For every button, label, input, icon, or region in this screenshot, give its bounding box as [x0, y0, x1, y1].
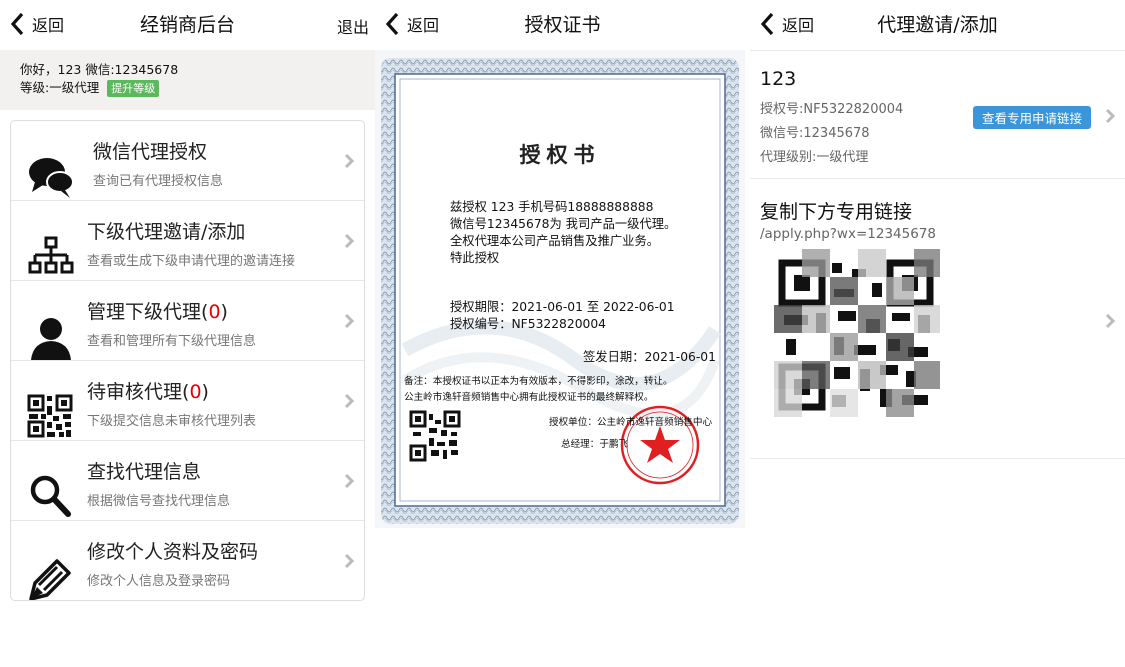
- cert-note: 备注：本授权证书以正本为有效版本，不得影印，涂改，转让。 公主岭市逸轩音频销售中…: [404, 374, 673, 406]
- menu-item-invite-agent[interactable]: 下级代理邀请/添加 查看或生成下级申请代理的邀请连接: [11, 201, 364, 281]
- menu-item-desc: 下级提交信息未审核代理列表: [87, 414, 257, 429]
- chevron-right-icon: [344, 393, 354, 409]
- menu-item-wechat-auth[interactable]: 微信代理授权 查询已有代理授权信息: [11, 121, 364, 201]
- certificate-image: 授权书 兹授权 123 手机号码18888888888 微信号12345678为…: [375, 50, 745, 528]
- menu-item-desc: 查看和管理所有下级代理信息: [87, 334, 257, 349]
- upgrade-level-button[interactable]: 提升等级: [107, 80, 160, 97]
- cert-issue-date: 签发日期：2021-06-01: [583, 350, 716, 364]
- page-title: 代理邀请/添加: [877, 14, 998, 36]
- page-title: 经销商后台: [139, 14, 235, 36]
- dealer-backend-screen: 返回 经销商后台 退出 你好，123 微信:12345678 等级:一级代理 提…: [0, 0, 375, 667]
- greeting-text: 你好，123 微信:12345678: [20, 62, 179, 77]
- level-row: 等级:一级代理 提升等级: [20, 79, 355, 97]
- chevron-right-icon: [344, 153, 354, 169]
- agent-info-card: 123 授权号:NF5322820004 微信号:12345678 代理级别:一…: [750, 50, 1125, 179]
- menu-item-pending-agents[interactable]: 待审核代理(0) 下级提交信息未审核代理列表: [11, 361, 364, 441]
- menu-item-title: 修改个人资料及密码: [87, 541, 259, 563]
- agent-name: 123: [760, 68, 797, 90]
- navbar: 返回 代理邀请/添加: [750, 0, 1125, 50]
- org-chart-icon: [28, 236, 74, 274]
- cert-line-2: 微信号12345678为 我司产品一级代理。: [450, 217, 677, 231]
- chat-bubbles-icon: [29, 158, 74, 198]
- menu-item-desc: 根据微信号查找代理信息: [87, 494, 231, 509]
- chevron-right-icon: [344, 473, 354, 489]
- menu-item-desc: 查看或生成下级申请代理的邀请连接: [87, 254, 296, 269]
- count-badge: 0: [208, 301, 221, 323]
- cert-line-3: 全权代理本公司产品销售及推广业务。: [450, 234, 660, 248]
- cert-unit: 授权单位：公主岭市逸轩音频销售中心: [549, 417, 713, 428]
- cert-heading: 授权书: [519, 142, 601, 167]
- invite-qr-code: [772, 249, 940, 429]
- menu-item-edit-profile[interactable]: 修改个人资料及密码 修改个人信息及登录密码: [11, 521, 364, 600]
- dealer-menu: 微信代理授权 查询已有代理授权信息 下级代理邀请/添加 查看或生成下级申请代理的…: [10, 120, 365, 601]
- cert-note-2: 公主岭市逸轩音频销售中心拥有此授权证书的最终解释权。: [404, 392, 654, 403]
- menu-item-title: 查找代理信息: [87, 461, 202, 483]
- chevron-right-icon[interactable]: [1105, 313, 1115, 329]
- chevron-right-icon: [344, 553, 354, 569]
- apply-link-text[interactable]: /apply.php?wx=12345678: [760, 226, 936, 242]
- certificate-border: [375, 50, 745, 528]
- agent-wechat: 微信号:12345678: [760, 126, 870, 141]
- menu-item-title: 管理下级代理(0): [87, 301, 228, 323]
- invite-agent-screen: 返回 代理邀请/添加 123 授权号:NF5322820004 微信号:1234…: [750, 0, 1125, 667]
- logout-button[interactable]: 退出: [337, 14, 369, 38]
- navbar: 返回 经销商后台 退出: [0, 0, 375, 50]
- agent-auth-no: 授权号:NF5322820004: [760, 102, 904, 117]
- user-info-bar: 你好，123 微信:12345678 等级:一级代理 提升等级: [0, 50, 375, 110]
- navbar: 返回 授权证书: [375, 0, 750, 50]
- chevron-right-icon: [344, 233, 354, 249]
- cert-qr-code: [409, 410, 461, 462]
- cert-period: 授权期限：2021-06-01 至 2022-06-01: [450, 300, 675, 314]
- person-icon: [31, 318, 71, 360]
- menu-item-manage-agents[interactable]: 管理下级代理(0) 查看和管理所有下级代理信息: [11, 281, 364, 361]
- certificate-screen: 返回 授权证书 授权书 兹授权 123 手机号码18888888888 微信号1…: [375, 0, 750, 667]
- chevron-right-icon[interactable]: [1105, 108, 1115, 124]
- count-badge: 0: [189, 381, 202, 403]
- menu-item-find-agent[interactable]: 查找代理信息 根据微信号查找代理信息: [11, 441, 364, 521]
- pen-icon: [29, 559, 71, 600]
- level-text: 等级:一级代理: [20, 80, 100, 95]
- qr-code-icon: [27, 394, 73, 438]
- cert-line-1: 兹授权 123 手机号码18888888888: [450, 200, 654, 214]
- view-apply-link-button[interactable]: 查看专用申请链接: [973, 106, 1092, 129]
- apply-link-card[interactable]: 复制下方专用链接 /apply.php?wx=12345678: [750, 179, 1125, 459]
- chevron-right-icon: [344, 313, 354, 329]
- agent-level: 代理级别:一级代理: [760, 150, 869, 165]
- menu-item-desc: 修改个人信息及登录密码: [87, 574, 231, 589]
- page-title: 授权证书: [524, 14, 601, 36]
- cert-note-1: 备注：本授权证书以正本为有效版本，不得影印，涂改，转让。: [404, 376, 673, 387]
- search-icon: [30, 475, 71, 517]
- cert-line-4: 特此授权: [450, 251, 500, 265]
- cert-number: 授权编号：NF5322820004: [450, 317, 606, 331]
- menu-item-desc: 查询已有代理授权信息: [93, 174, 224, 189]
- menu-item-title: 微信代理授权: [93, 141, 208, 163]
- menu-item-title: 待审核代理(0): [87, 381, 209, 403]
- cert-manager: 总经理：于鹏飞: [561, 439, 629, 450]
- menu-item-title: 下级代理邀请/添加: [87, 221, 246, 243]
- copy-link-title: 复制下方专用链接: [760, 201, 913, 223]
